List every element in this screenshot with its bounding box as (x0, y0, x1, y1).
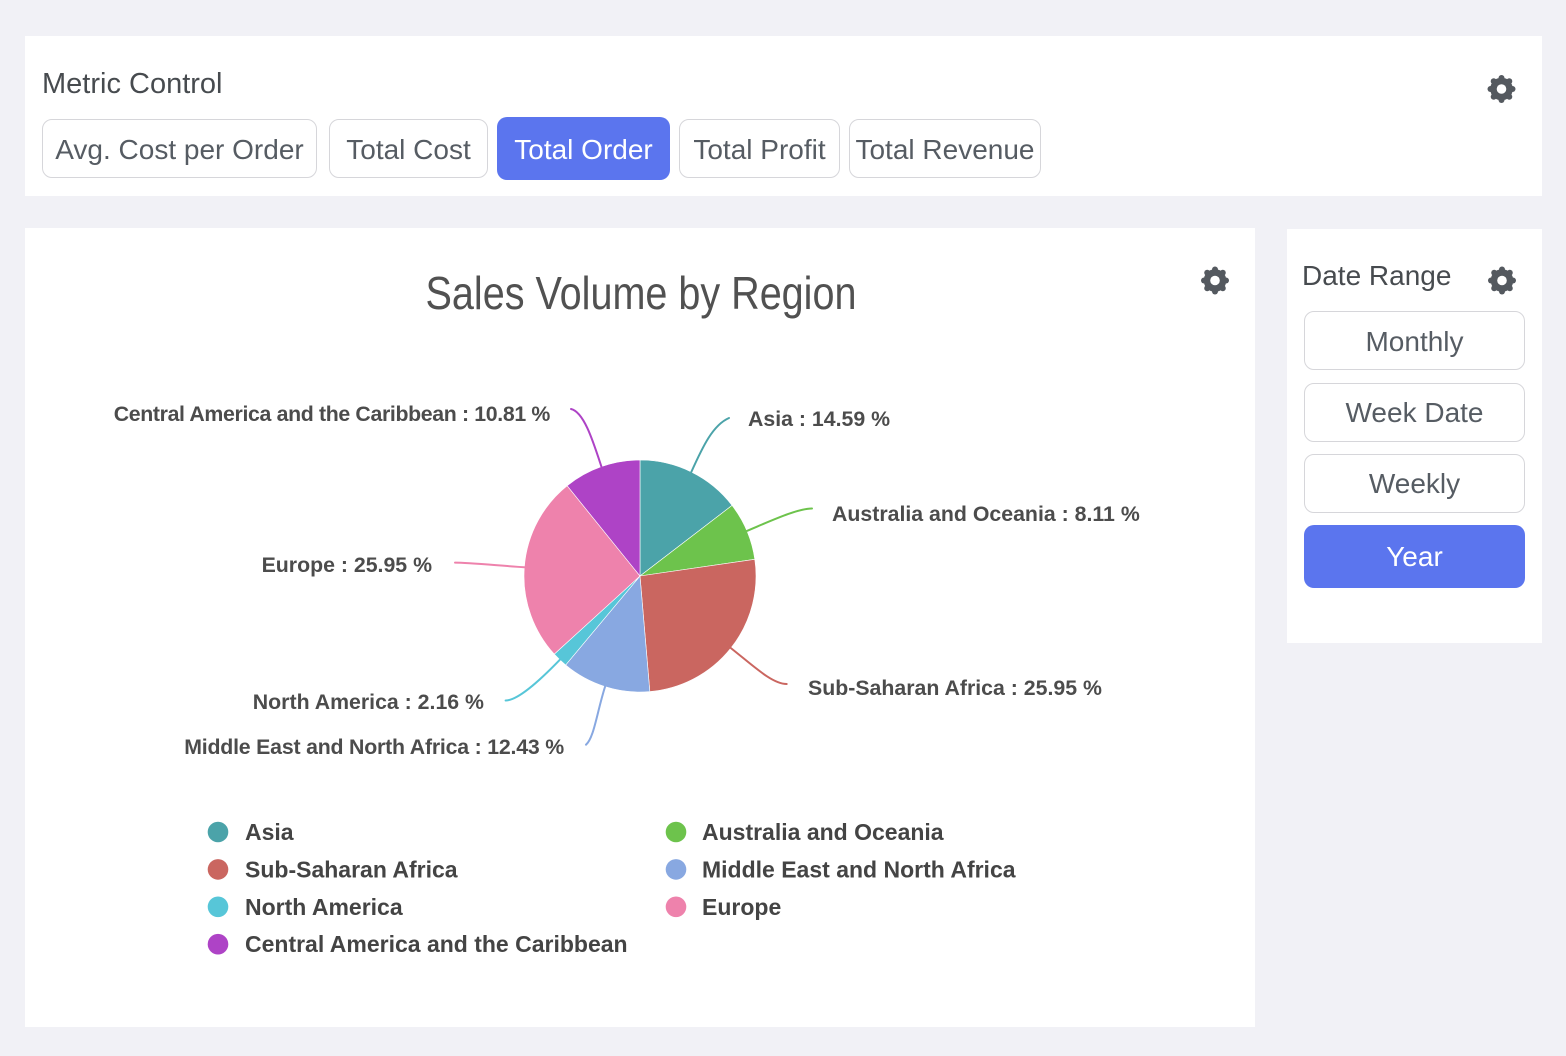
svg-text:Sub-Saharan Africa : 25.95 %: Sub-Saharan Africa : 25.95 % (808, 676, 1102, 700)
svg-text:Middle East and North Africa: Middle East and North Africa (702, 856, 1016, 882)
svg-text:Sub-Saharan Africa: Sub-Saharan Africa (245, 856, 458, 882)
svg-text:North America : 2.16 %: North America : 2.16 % (253, 690, 484, 714)
svg-text:Europe : 25.95 %: Europe : 25.95 % (262, 553, 433, 577)
svg-text:Sales Volume by Region: Sales Volume by Region (426, 268, 857, 319)
svg-text:North America: North America (245, 894, 403, 920)
svg-text:Australia and Oceania : 8.11 %: Australia and Oceania : 8.11 % (832, 502, 1140, 526)
svg-text:Australia and Oceania: Australia and Oceania (702, 819, 944, 845)
svg-text:Asia: Asia (245, 819, 294, 845)
svg-text:Europe: Europe (702, 894, 781, 920)
svg-text:Asia : 14.59 %: Asia : 14.59 % (748, 407, 890, 431)
svg-text:Central America and the Caribb: Central America and the Caribbean : 10.8… (114, 402, 551, 426)
svg-text:Central America and the Caribb: Central America and the Caribbean (245, 931, 628, 957)
svg-text:Middle East and North Africa :: Middle East and North Africa : 12.43 % (184, 735, 564, 759)
